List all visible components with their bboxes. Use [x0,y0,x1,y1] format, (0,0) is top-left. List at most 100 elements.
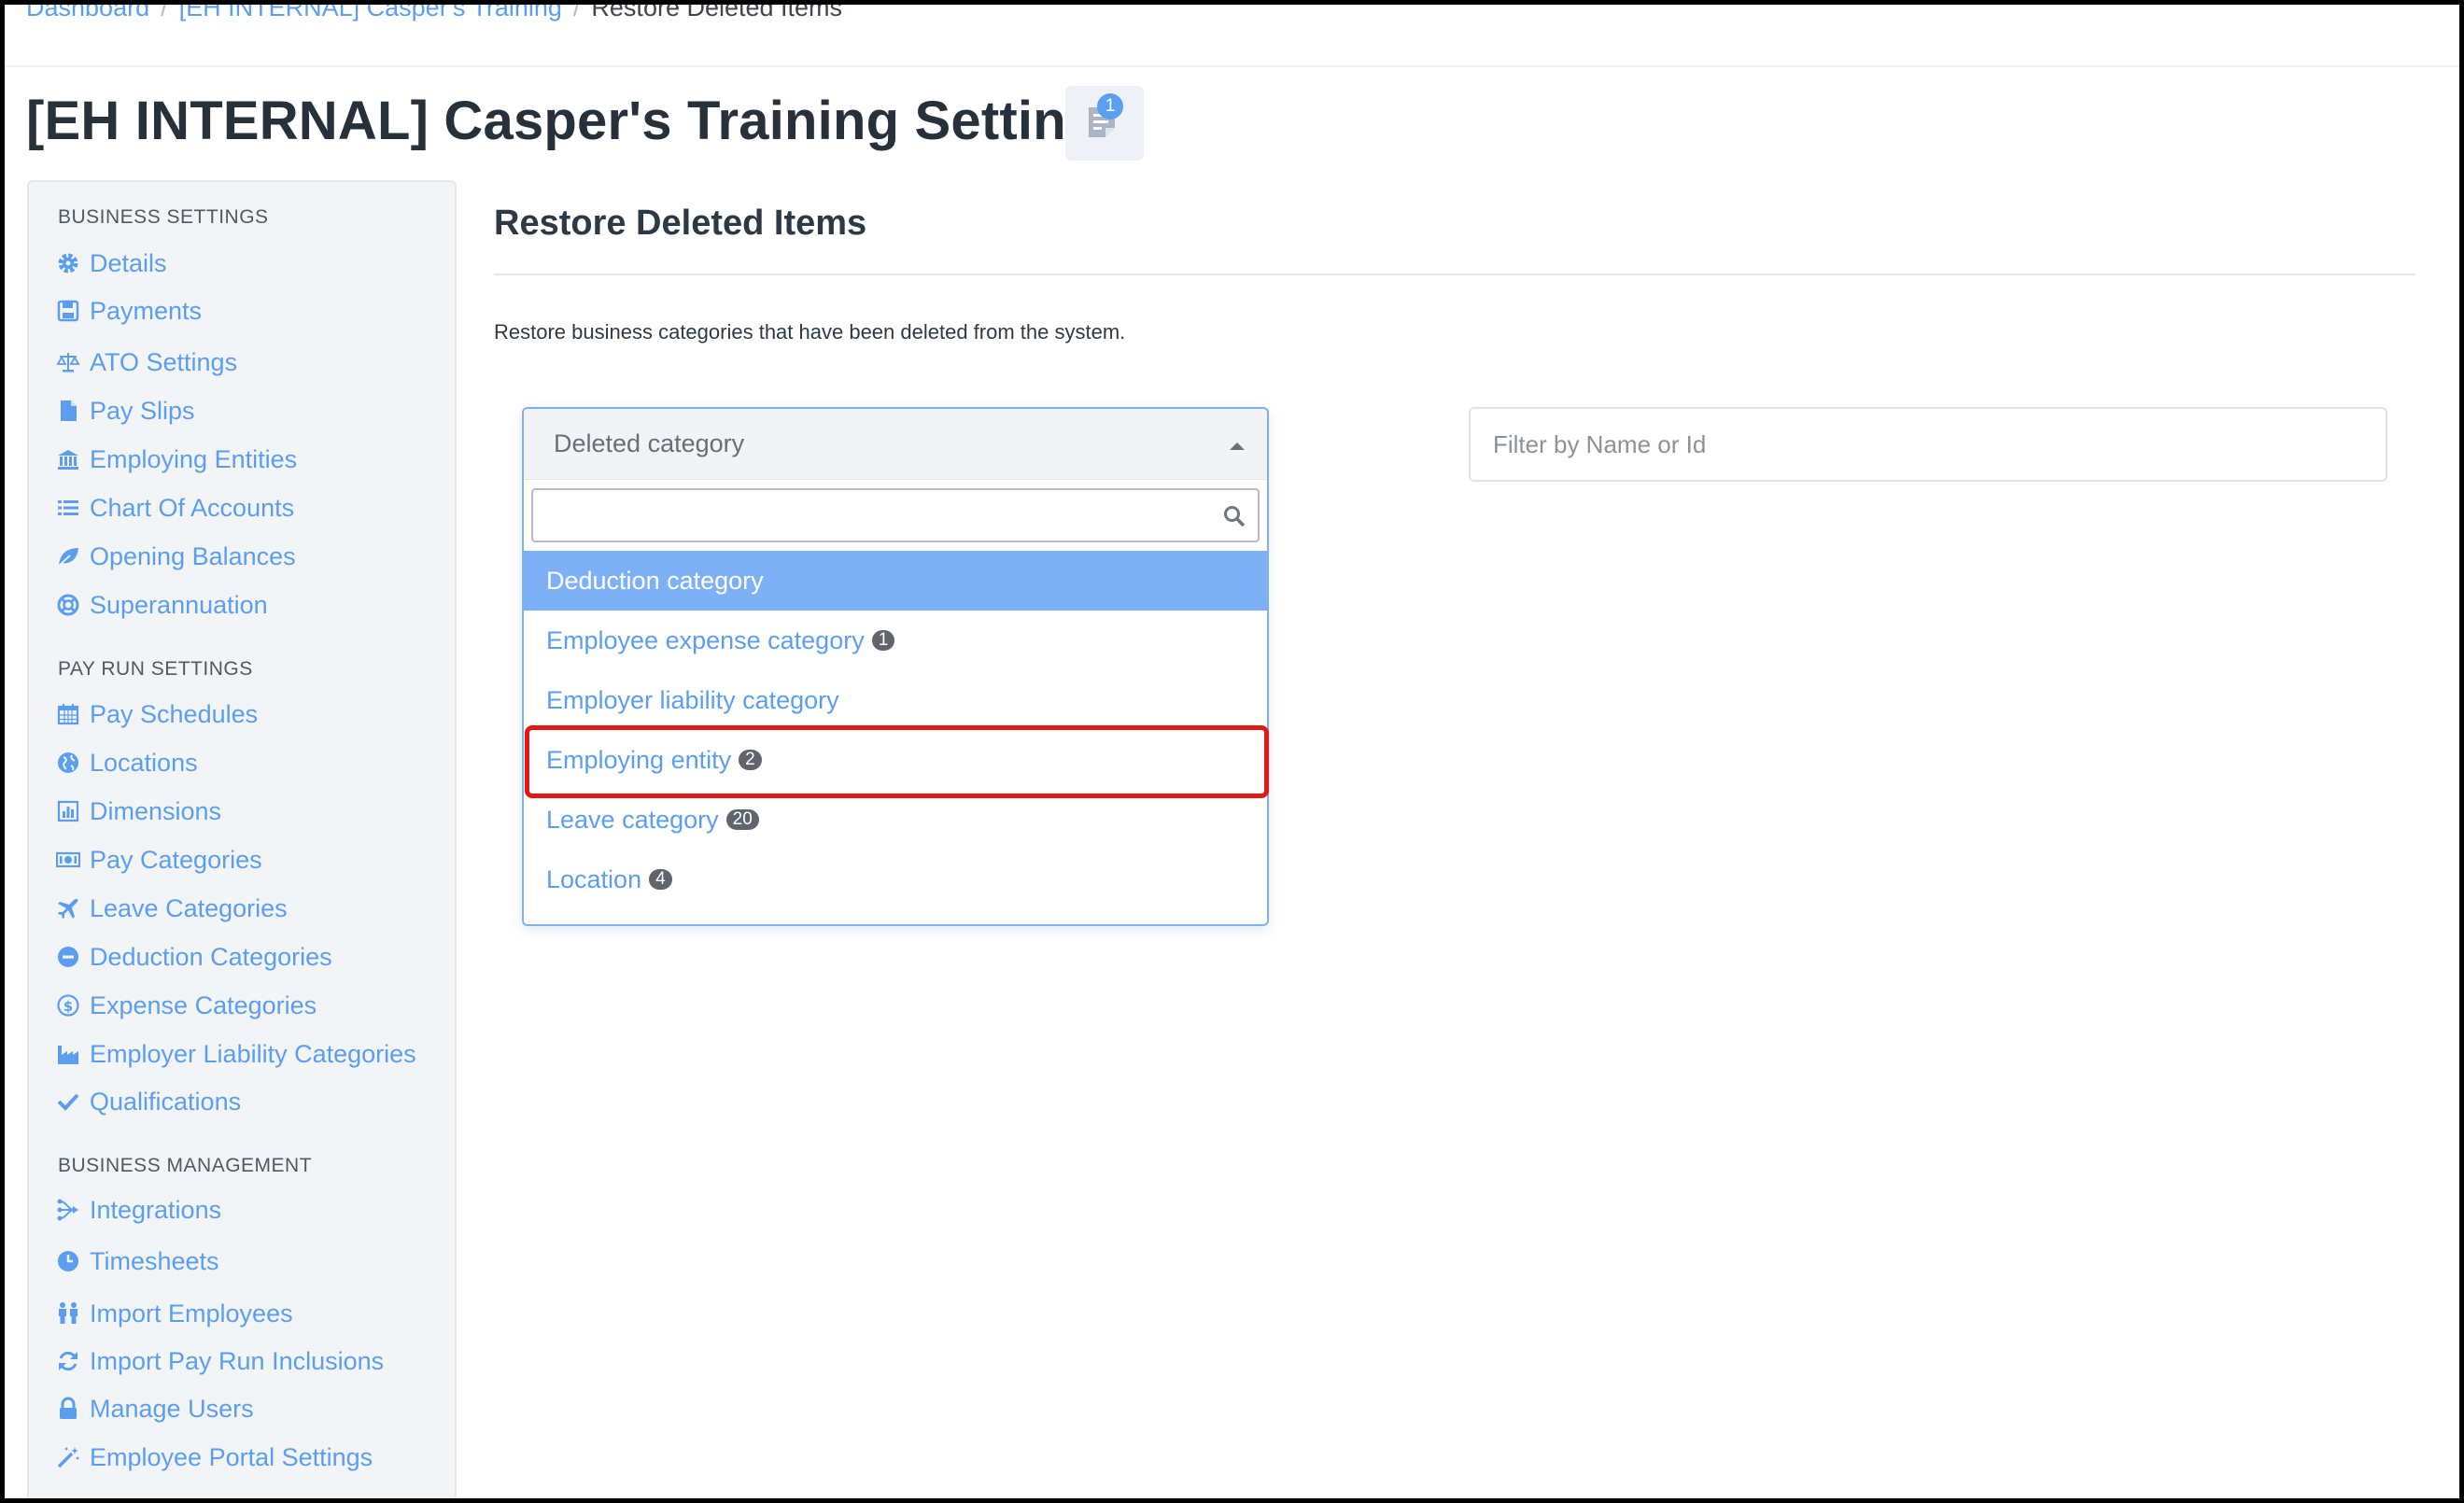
select-placeholder: Deleted category [554,429,745,457]
sidebar-item-timesheets[interactable]: Timesheets [56,1243,219,1280]
sidebar-item-employer-liability-categories[interactable]: Employer Liability Categories [56,1035,416,1073]
sidebar-item-label: Pay Slips [90,396,195,425]
breadcrumb-divider [5,65,2459,67]
deleted-category-select: Deleted category Deduction category Empl… [522,407,1269,926]
sidebar-item-label: Pay Categories [90,845,262,874]
sidebar-item-label: ATO Settings [90,347,238,376]
sidebar-item-label: Opening Balances [90,541,296,570]
breadcrumb: Dashboard / [EH INTERNAL] Casper's Train… [26,0,842,26]
sidebar-item-chart-of-accounts[interactable]: Chart Of Accounts [56,489,294,527]
sidebar-item-pay-categories[interactable]: Pay Categories [56,841,262,878]
sidebar-item-superannuation[interactable]: Superannuation [56,586,268,624]
sidebar-item-manage-users[interactable]: Manage Users [56,1390,254,1427]
sidebar-item-pay-schedules[interactable]: Pay Schedules [56,695,258,733]
sidebar-item-label: Employing Entities [90,444,298,473]
option-label: Deduction category [546,566,764,595]
floppy-disk-icon [57,300,79,322]
filter-box [1469,407,2387,482]
globe-icon [58,752,78,773]
sidebar-item-label: Deduction Categories [90,942,332,971]
magic-wand-icon [57,1447,79,1468]
count-badge: 1 [871,630,895,651]
sidebar-item-label: Import Employees [90,1299,293,1327]
check-icon [57,1093,79,1111]
notes-button[interactable]: 1 [1065,86,1144,161]
sidebar-item-dimensions[interactable]: Dimensions [56,793,221,830]
sidebar-item-label: Locations [90,748,198,777]
sidebar-item-integrations[interactable]: Integrations [56,1191,221,1229]
sidebar-item-locations[interactable]: Locations [56,744,198,781]
sidebar-item-label: Dimensions [90,796,222,825]
sidebar-item-label: Leave Categories [90,893,288,922]
plane-icon [58,899,78,919]
sidebar-item-label: Details [90,248,167,277]
integrations-icon [57,1199,78,1221]
sidebar-item-import-employees[interactable]: Import Employees [56,1295,293,1332]
breadcrumb-dashboard[interactable]: Dashboard [26,0,149,22]
content-divider [494,274,2415,275]
list-icon [58,500,78,515]
sidebar-item-label: Integrations [90,1195,222,1224]
clock-icon [58,1251,78,1271]
people-icon [59,1302,77,1324]
sidebar-item-employee-portal-settings[interactable]: Employee Portal Settings [56,1439,373,1476]
filter-input[interactable] [1471,409,2386,480]
sidebar-item-label: Pay Schedules [90,699,259,728]
money-icon [56,851,80,868]
section-title-pay-run-settings: PAY RUN SETTINGS [58,658,253,680]
svg-text:$: $ [63,998,73,1015]
sidebar-item-label: Manage Users [90,1394,254,1423]
sidebar-item-details[interactable]: Details [56,245,167,282]
option-label: Employee expense category [546,625,865,654]
sidebar-item-leave-categories[interactable]: Leave Categories [56,890,288,927]
sidebar-item-label: Chart Of Accounts [90,493,295,522]
option-deduction-category[interactable]: Deduction category [524,551,1267,611]
sidebar-item-pay-slips[interactable]: Pay Slips [56,392,195,429]
notes-count-badge: 1 [1097,93,1123,119]
bar-chart-icon [57,800,79,822]
option-label: Leave category [546,805,719,834]
sidebar-item-ato-settings[interactable]: ATO Settings [56,344,237,381]
select-search-input[interactable] [533,490,1258,541]
count-badge: 4 [649,869,672,890]
option-label: Employer liability category [546,685,839,714]
bank-icon [58,450,78,470]
section-title-business-management: BUSINESS MANAGEMENT [58,1155,313,1176]
breadcrumb-current: Restore Deleted Items [591,0,843,21]
sidebar-item-label: Payments [90,296,203,325]
option-location[interactable]: Location 4 [524,850,1267,909]
document-icon [61,400,77,421]
option-leave-category[interactable]: Leave category 20 [524,790,1267,850]
leaf-icon [58,548,78,567]
count-badge: 20 [725,809,759,830]
refresh-icon [59,1351,77,1371]
sidebar-item-payments[interactable]: Payments [56,292,202,330]
section-title-business-settings: BUSINESS SETTINGS [58,206,269,228]
dollar-circle-icon: $ [57,994,79,1017]
caret-up-icon [1230,442,1245,450]
minus-circle-icon [58,947,78,967]
scales-icon [56,353,80,372]
sidebar-item-label: Qualifications [90,1087,242,1116]
gear-icon [58,253,78,274]
sidebar-item-label: Employee Portal Settings [90,1442,373,1471]
select-search-box [531,488,1260,542]
sidebar-item-deduction-categories[interactable]: Deduction Categories [56,938,332,976]
sidebar-item-label: Employer Liability Categories [90,1039,416,1068]
content-description: Restore business categories that have be… [494,320,1126,344]
breadcrumb-separator: / [161,0,168,21]
breadcrumb-separator: / [572,0,581,21]
sidebar-item-opening-balances[interactable]: Opening Balances [56,538,296,575]
option-employee-expense-category[interactable]: Employee expense category 1 [524,611,1267,670]
sidebar-item-employing-entities[interactable]: Employing Entities [56,441,297,478]
breadcrumb-business[interactable]: [EH INTERNAL] Casper's Training [179,0,562,22]
sidebar-item-qualifications[interactable]: Qualifications [56,1083,241,1120]
sidebar-item-expense-categories[interactable]: $ Expense Categories [56,987,317,1024]
calendar-icon [57,704,79,725]
search-icon [1224,506,1246,527]
lock-icon [60,1397,77,1419]
option-employer-liability-category[interactable]: Employer liability category [524,670,1267,730]
settings-sidebar: BUSINESS SETTINGS Details Payments ATO S… [27,180,457,1503]
sidebar-item-import-pay-run-inclusions[interactable]: Import Pay Run Inclusions [56,1342,384,1380]
deleted-category-select-toggle[interactable]: Deleted category [524,409,1267,480]
